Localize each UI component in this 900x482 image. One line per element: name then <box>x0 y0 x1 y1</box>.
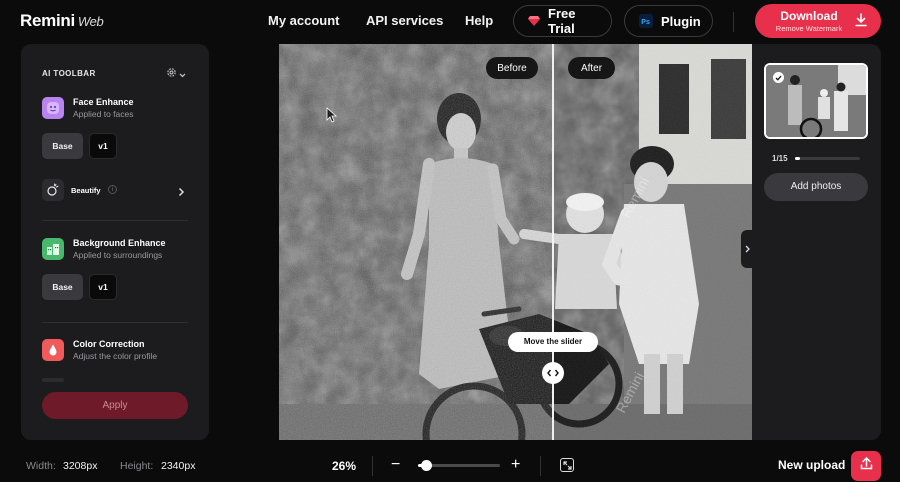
download-icon <box>855 13 867 32</box>
zoom-slider[interactable] <box>418 460 500 471</box>
app-logo[interactable]: Remini Web <box>20 11 104 31</box>
selected-check-icon <box>773 72 784 83</box>
width-value: 3208px <box>63 460 98 472</box>
diamond-icon <box>528 16 540 26</box>
info-icon[interactable]: i <box>108 185 117 194</box>
section-divider <box>42 322 188 323</box>
toolbar-settings[interactable] <box>166 65 186 83</box>
chevron-right-icon <box>745 240 750 258</box>
color-correction-title: Color Correction <box>73 339 145 349</box>
gallery-progress-fill <box>795 157 800 160</box>
bottom-bar: Width: 3208px Height: 2340px 26% − + New… <box>0 450 900 482</box>
zoom-slider-knob[interactable] <box>421 460 433 471</box>
nav-divider <box>733 12 734 32</box>
free-trial-button[interactable]: Free Trial <box>513 5 612 37</box>
photo-count: 1/15 <box>772 154 788 163</box>
background-enhance-subtitle: Applied to surroundings <box>73 250 163 260</box>
download-button[interactable]: Download Remove Watermark <box>755 4 881 38</box>
gear-icon <box>166 65 177 83</box>
background-enhance-title: Background Enhance <box>73 238 166 248</box>
gallery-panel: 1/15 Add photos <box>741 44 881 440</box>
upload-button[interactable] <box>851 451 881 481</box>
add-photos-button[interactable]: Add photos <box>764 173 868 201</box>
move-slider-tooltip: Move the slider <box>508 332 598 352</box>
beautify-icon <box>42 179 64 201</box>
new-upload-label[interactable]: New upload <box>778 458 845 472</box>
ai-toolbar-panel: AI TOOLBAR Face Enhance Applied to faces… <box>21 44 209 440</box>
after-label: After <box>568 57 615 79</box>
remove-watermark-label: Remove Watermark <box>775 24 843 33</box>
plugin-button[interactable]: Ps Plugin <box>624 5 713 37</box>
svg-text:Ps: Ps <box>641 19 650 26</box>
compare-slider-handle[interactable] <box>542 362 564 384</box>
free-trial-label: Free Trial <box>548 6 576 36</box>
chevron-right-icon[interactable] <box>178 184 185 202</box>
top-bar: Remini Web My account API services Help F… <box>0 0 900 44</box>
width-label: Width: <box>26 460 56 472</box>
face-version-v1[interactable]: v1 <box>89 133 117 159</box>
nav-help[interactable]: Help <box>465 13 493 28</box>
plugin-label: Plugin <box>661 13 701 29</box>
background-model-base[interactable]: Base <box>42 274 83 300</box>
chevron-down-icon <box>179 65 186 83</box>
face-enhance-subtitle: Applied to faces <box>73 109 134 119</box>
app-name: Remini <box>20 11 75 30</box>
height-label: Height: <box>120 460 154 472</box>
zoom-divider <box>372 456 373 476</box>
zoom-out-button[interactable]: − <box>391 455 400 475</box>
zoom-value: 26% <box>332 459 357 473</box>
background-enhance-icon <box>42 238 64 260</box>
face-enhance-title: Face Enhance <box>73 97 134 107</box>
height-value: 2340px <box>161 460 196 472</box>
beautify-label[interactable]: Beautify <box>71 186 101 195</box>
fit-screen-icon[interactable] <box>560 458 574 472</box>
toolbar-title: AI TOOLBAR <box>42 69 96 78</box>
nav-api-services[interactable]: API services <box>366 13 443 28</box>
background-version-v1[interactable]: v1 <box>89 274 117 300</box>
before-label: Before <box>486 57 538 79</box>
photo-canvas: Remini Remini <box>279 44 752 440</box>
panel-toggle-button[interactable] <box>741 230 753 268</box>
face-enhance-icon <box>42 97 64 119</box>
nav-my-account[interactable]: My account <box>268 13 340 28</box>
next-tool-peek <box>42 378 64 382</box>
color-correction-icon <box>42 339 64 361</box>
upload-icon <box>860 456 873 475</box>
color-correction-subtitle: Adjust the color profile <box>73 351 158 361</box>
zoom-in-button[interactable]: + <box>511 455 520 475</box>
face-model-base[interactable]: Base <box>42 133 83 159</box>
drag-arrows-icon <box>547 364 559 382</box>
photoshop-icon: Ps <box>639 14 653 28</box>
zoom-divider <box>540 456 541 476</box>
gallery-progress <box>795 157 860 160</box>
app-subtitle: Web <box>77 14 104 29</box>
comparison-stage[interactable]: Remini Remini Before After Move the slid… <box>279 44 752 440</box>
apply-button[interactable]: Apply <box>42 392 188 419</box>
section-divider <box>42 220 188 221</box>
download-label: Download <box>780 9 838 23</box>
photo-thumbnail[interactable] <box>764 63 868 139</box>
